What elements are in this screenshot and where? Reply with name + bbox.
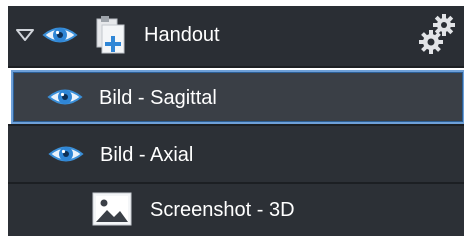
tree-item-bild-sagittal[interactable]: Bild - Sagittal	[11, 70, 464, 124]
gears-icon[interactable]	[418, 12, 458, 56]
group-row-handout[interactable]: Handout	[8, 6, 464, 66]
tree-item-bild-axial[interactable]: Bild - Axial	[8, 126, 464, 182]
eye-icon[interactable]	[42, 22, 78, 48]
row-divider	[8, 66, 464, 68]
eye-icon[interactable]	[47, 84, 83, 110]
document-add-icon	[96, 16, 125, 54]
layer-tree-panel: Handout Bild - Sagittal Bild - Axial Scr…	[0, 0, 464, 240]
tree-item-screenshot-3d[interactable]: Screenshot - 3D	[8, 184, 464, 236]
group-label: Handout	[144, 24, 220, 46]
triangle-down-icon[interactable]	[16, 28, 34, 42]
image-icon	[92, 192, 132, 226]
tree-item-label: Screenshot - 3D	[150, 199, 295, 221]
tree-item-label: Bild - Sagittal	[99, 87, 217, 109]
tree-item-label: Bild - Axial	[100, 144, 194, 166]
eye-icon[interactable]	[48, 141, 84, 167]
